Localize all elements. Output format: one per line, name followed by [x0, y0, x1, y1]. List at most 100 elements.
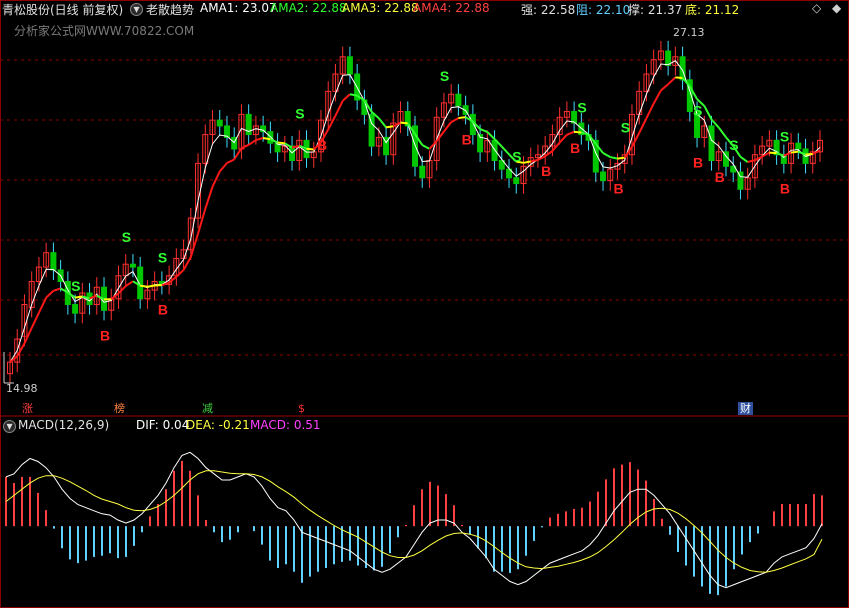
dropdown-icon[interactable]: ▾ — [3, 420, 16, 433]
trend-line-segment — [125, 280, 134, 287]
trend-line-segment — [16, 342, 26, 357]
chart-frame — [0, 0, 849, 608]
candle-body — [50, 252, 57, 271]
event-marker-zhang[interactable]: 涨 — [20, 402, 35, 415]
trend-line-segment — [558, 134, 568, 144]
trend-line-segment — [23, 327, 33, 344]
macd-header: ▾ MACD(12,26,9) DIF: 0.04 DEA: -0.21 MAC… — [0, 418, 849, 434]
trend-line-segment — [349, 93, 358, 97]
sell-signal-label: S — [122, 229, 131, 245]
trend-line-segment — [30, 312, 40, 329]
trend-line-segment — [602, 152, 611, 158]
trend-line-segment — [147, 284, 155, 288]
ama4-value: AMA4: 22.88 — [413, 1, 490, 15]
trend-line-segment — [421, 144, 430, 150]
event-marker-bang[interactable]: 榜 — [112, 402, 127, 415]
trend-line-segment — [189, 233, 199, 258]
trend-line-segment — [211, 171, 221, 188]
sell-signal-label: S — [158, 249, 167, 265]
candle-body — [346, 56, 353, 75]
stock-title[interactable]: 青松股份(日线 前复权) — [2, 1, 123, 18]
trend-line-segment — [385, 125, 394, 129]
trend-line-segment — [226, 158, 235, 164]
trend-line-segment — [428, 140, 438, 150]
event-marker-cai[interactable]: 财 — [738, 402, 753, 415]
sell-signal-label: S — [729, 137, 738, 153]
dif-value: DIF: 0.04 — [136, 418, 190, 432]
candle-body — [129, 263, 136, 268]
zu-value: 阻: 22.10 — [576, 3, 631, 17]
event-marker-jian[interactable]: 减 — [200, 402, 215, 415]
trend-line-segment — [667, 76, 677, 85]
trend-line-segment — [277, 141, 285, 145]
trend-line-segment — [341, 93, 351, 102]
trend-line-segment — [53, 287, 61, 292]
sell-signal-label: S — [693, 102, 702, 118]
cheng-value: 撑: 21.37 — [628, 3, 683, 17]
macd-title[interactable]: MACD(12,26,9) — [18, 418, 109, 432]
trend-line-segment — [204, 186, 214, 210]
candle-body — [708, 125, 715, 161]
trend-line-segment — [530, 158, 539, 163]
trend-line-segment — [400, 121, 408, 125]
sell-signal-label: S — [780, 128, 789, 144]
price-high-label: 27.13 — [673, 26, 705, 39]
trend-line-segment — [645, 103, 655, 119]
trend-line-segment — [652, 89, 662, 105]
trend-line-segment — [769, 151, 777, 155]
trend-line-segment — [255, 137, 264, 142]
trend-line-segment — [776, 152, 785, 157]
trend-line-segment — [74, 295, 83, 299]
buy-signal-label: B — [462, 131, 472, 147]
trend-line-segment — [334, 100, 344, 117]
candle-body — [513, 177, 520, 185]
trend-line-segment — [566, 130, 575, 136]
trend-line-segment — [140, 284, 148, 288]
sell-signal-label: S — [512, 149, 521, 165]
candle-body — [419, 165, 426, 179]
dea-value: DEA: -0.21 — [186, 418, 250, 432]
qiang-value: 强: 22.58 — [521, 3, 576, 17]
trend-line-segment — [660, 83, 669, 92]
trend-line-segment — [739, 155, 749, 163]
buy-signal-label: B — [715, 169, 725, 185]
chart-canvas[interactable]: BBB BBBBBBBSSSSSSSSSSS — [0, 0, 849, 608]
candle-body — [72, 304, 79, 314]
trend-line-segment — [574, 130, 582, 134]
trend-line-segment — [306, 147, 314, 151]
candle-body — [267, 131, 274, 144]
trend-line-segment — [610, 156, 618, 160]
sell-signal-label: S — [440, 68, 449, 84]
trend-line-segment — [458, 116, 466, 120]
nav-left-icon[interactable]: ◇ — [812, 1, 821, 15]
trend-line-segment — [378, 117, 387, 128]
indicator-header: 青松股份(日线 前复权) ▾ 老散趋势 AMA1: 23.07 AMA2: 22… — [0, 0, 849, 18]
dropdown-icon[interactable]: ▾ — [130, 3, 143, 16]
trend-line-segment — [45, 290, 55, 299]
indicator-title[interactable]: 老散趋势 — [146, 1, 194, 18]
trend-line-segment — [443, 121, 452, 133]
ama2-value: AMA2: 22.88 — [270, 1, 347, 15]
ama1-value: AMA1: 23.07 — [200, 1, 277, 15]
candle-body — [216, 119, 223, 127]
event-marker-dollar[interactable]: $ — [296, 402, 307, 415]
di-value: 底: 21.12 — [685, 3, 740, 17]
candle-body — [795, 142, 802, 150]
buy-signal-label: B — [614, 180, 624, 196]
sell-signal-label: S — [621, 120, 630, 136]
sell-signal-label: S — [295, 105, 304, 121]
trend-line-segment — [638, 117, 648, 134]
trend-line-segment — [175, 269, 185, 278]
trend-line-segment — [805, 152, 813, 156]
trend-line-segment — [218, 162, 228, 173]
trend-line-segment — [479, 128, 488, 133]
buy-signal-label: B — [100, 327, 110, 343]
trend-line-segment — [327, 115, 337, 130]
trend-line-segment — [197, 208, 207, 234]
trend-line-segment — [523, 160, 531, 164]
trend-line-segment — [754, 155, 763, 162]
buy-signal-label: B — [158, 301, 168, 317]
trend-line-segment — [486, 131, 496, 140]
nav-right-icon[interactable]: ◆ — [832, 1, 841, 15]
candle-body — [491, 139, 498, 161]
